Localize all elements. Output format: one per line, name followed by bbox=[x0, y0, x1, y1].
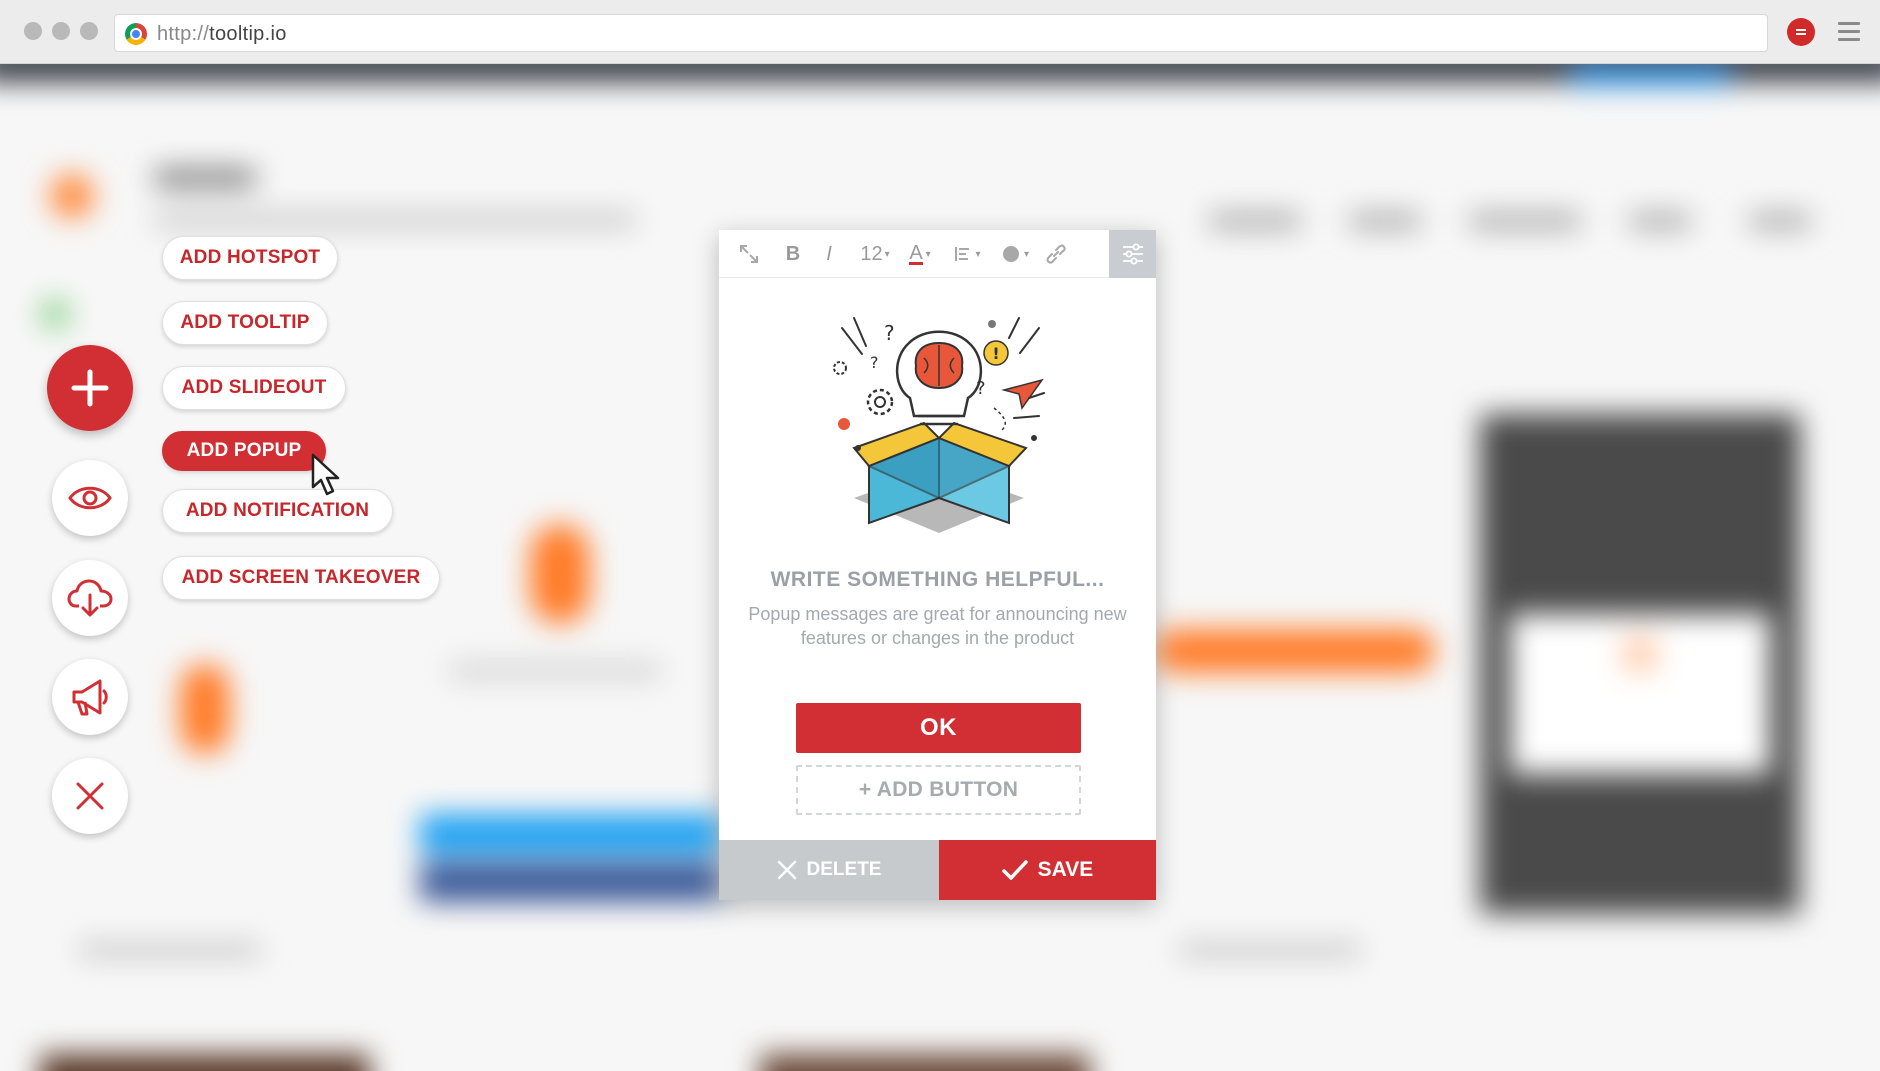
add-screen-takeover-button[interactable]: ADD SCREEN TAKEOVER bbox=[162, 556, 440, 600]
announce-button[interactable] bbox=[52, 659, 128, 735]
font-color-label: A bbox=[909, 241, 923, 265]
extension-icon[interactable] bbox=[1787, 18, 1815, 46]
mouse-cursor-icon bbox=[311, 453, 340, 496]
chevron-down-icon: ▾ bbox=[1023, 248, 1030, 260]
settings-button[interactable] bbox=[1109, 230, 1156, 278]
delete-label: DELETE bbox=[806, 859, 882, 880]
chevron-down-icon: ▾ bbox=[975, 248, 981, 260]
window-controls bbox=[24, 22, 98, 40]
font-color-select[interactable]: A ▾ bbox=[903, 230, 937, 278]
browser-chrome: http://tooltip.io bbox=[0, 0, 1880, 64]
link-icon bbox=[1046, 244, 1066, 264]
popup-body-text[interactable]: Popup messages are great for announcing … bbox=[739, 602, 1136, 650]
editor-toolbar: B I 12 ▾ A ▾ ▾ ▾ bbox=[719, 230, 1156, 278]
window-close-dot[interactable] bbox=[24, 22, 42, 40]
expand-icon[interactable] bbox=[737, 230, 761, 278]
cloud-download-icon bbox=[67, 579, 113, 617]
window-maximize-dot[interactable] bbox=[80, 22, 98, 40]
eye-icon bbox=[68, 486, 112, 510]
add-notification-button[interactable]: ADD NOTIFICATION bbox=[162, 489, 393, 533]
window-minimize-dot[interactable] bbox=[52, 22, 70, 40]
add-slideout-button[interactable]: ADD SLIDEOUT bbox=[162, 366, 346, 410]
preview-button[interactable] bbox=[52, 460, 128, 536]
plus-icon bbox=[71, 369, 109, 407]
download-button[interactable] bbox=[52, 560, 128, 636]
sliders-icon bbox=[1122, 243, 1143, 265]
link-button[interactable] bbox=[1041, 230, 1071, 278]
background-color-select[interactable]: ▾ bbox=[995, 230, 1035, 278]
close-icon bbox=[777, 860, 796, 880]
megaphone-icon bbox=[72, 679, 108, 716]
font-size-value: 12 bbox=[860, 242, 883, 265]
url-protocol: http:// bbox=[157, 23, 210, 45]
chevron-down-icon: ▾ bbox=[884, 248, 890, 260]
svg-text:?: ? bbox=[884, 321, 895, 345]
chrome-icon bbox=[125, 23, 147, 45]
add-button[interactable]: + ADD BUTTON bbox=[796, 765, 1081, 815]
bold-button[interactable]: B bbox=[781, 230, 805, 278]
checkmark-icon bbox=[1001, 860, 1028, 880]
address-bar[interactable]: http://tooltip.io bbox=[114, 14, 1768, 52]
align-left-icon bbox=[955, 247, 970, 261]
add-hotspot-button[interactable]: ADD HOTSPOT bbox=[162, 236, 338, 280]
close-icon bbox=[76, 782, 104, 810]
italic-button[interactable]: I bbox=[819, 230, 839, 278]
popup-title[interactable]: WRITE SOMETHING HELPFUL... bbox=[719, 568, 1156, 592]
svg-text:?: ? bbox=[870, 353, 879, 372]
url-host: tooltip.io bbox=[209, 23, 287, 45]
color-dot-icon bbox=[1002, 246, 1019, 262]
add-element-button[interactable] bbox=[47, 345, 133, 431]
ok-button[interactable]: OK bbox=[796, 703, 1081, 753]
close-button[interactable] bbox=[52, 758, 128, 834]
save-button[interactable]: SAVE bbox=[939, 840, 1156, 900]
svg-text:!: ! bbox=[992, 344, 999, 363]
idea-box-illustration: ! ? ? ? bbox=[833, 317, 1045, 533]
svg-text:?: ? bbox=[976, 378, 986, 399]
chevron-down-icon: ▾ bbox=[925, 248, 931, 260]
delete-button[interactable]: DELETE bbox=[719, 840, 939, 900]
popup-editor: B I 12 ▾ A ▾ ▾ ▾ ! ? ? ? WRITE SOMETHING… bbox=[719, 230, 1156, 900]
add-popup-button[interactable]: ADD POPUP bbox=[162, 431, 326, 471]
align-select[interactable]: ▾ bbox=[947, 230, 987, 278]
hamburger-menu-icon[interactable] bbox=[1838, 22, 1860, 42]
url-text[interactable]: http://tooltip.io bbox=[157, 23, 287, 46]
add-tooltip-button[interactable]: ADD TOOLTIP bbox=[162, 301, 328, 345]
font-size-select[interactable]: 12 ▾ bbox=[855, 230, 895, 278]
save-label: SAVE bbox=[1037, 858, 1094, 881]
